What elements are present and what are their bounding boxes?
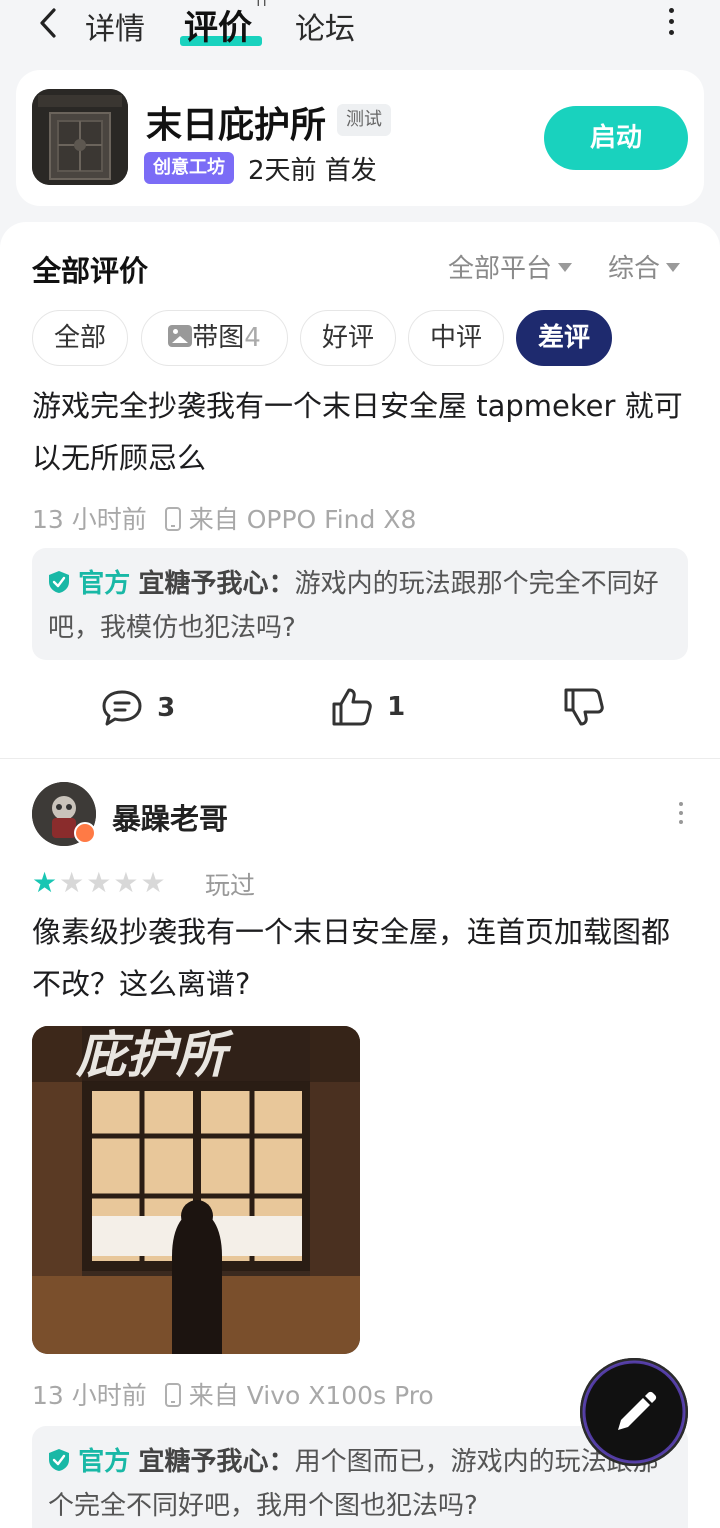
app-name: 末日庇护所: [146, 105, 327, 146]
chip-label: 带图: [192, 323, 245, 353]
played-label: 玩过: [205, 871, 256, 900]
thumbs-up-icon: [332, 688, 372, 726]
filter-chip-mid[interactable]: 中评: [408, 310, 504, 366]
write-review-button[interactable]: [580, 1358, 688, 1466]
star-icon: ★: [32, 866, 58, 899]
review-text[interactable]: 像素级抄袭我有一个末日安全屋，连首页加载图都不改？这么离谱?: [32, 906, 692, 1010]
comment-button[interactable]: 3: [100, 688, 175, 728]
review-time: 13 小时前: [32, 1381, 147, 1410]
review-device: 来自 Vivo X100s Pro: [188, 1381, 434, 1410]
star-rating: ★★★★★: [32, 866, 168, 899]
reply-colon: ：: [268, 1447, 295, 1477]
filter-chip-all[interactable]: 全部: [32, 310, 128, 366]
official-shield-icon: [49, 1449, 69, 1471]
chip-count: 4: [244, 323, 261, 353]
official-label: 官方: [78, 569, 131, 599]
chevron-down-icon: [666, 263, 681, 272]
like-button[interactable]: 1: [330, 686, 405, 728]
pen-icon: [582, 1360, 686, 1464]
chevron-down-icon: [558, 263, 573, 272]
tab-details[interactable]: 详情: [85, 4, 145, 48]
workshop-tag: 创意工坊: [144, 152, 234, 184]
review-meta: 13 小时前 来自 OPPO Find X8: [32, 500, 416, 536]
star-icon: ★: [140, 866, 166, 899]
more-vertical-icon[interactable]: [676, 802, 686, 828]
reviews-panel: 全部评价 全部平台 综合 全部 带图4 好评 中评 差评 游戏完全抄袭我有一个末…: [0, 222, 720, 1528]
review-time: 13 小时前: [32, 505, 147, 534]
filter-chip-good[interactable]: 好评: [300, 310, 396, 366]
reviews-title: 全部评价: [32, 254, 149, 288]
app-card[interactable]: 末日庇护所 测试 创意工坊 2天前 首发 启动: [16, 70, 704, 206]
phone-icon: [164, 507, 181, 531]
star-icon: ★: [113, 866, 139, 899]
reply-username: 宜糖予我心: [138, 569, 269, 599]
comment-icon: [102, 690, 142, 726]
reply-colon: ：: [268, 569, 295, 599]
thumbs-down-icon: [564, 688, 604, 726]
sort-dropdown[interactable]: 综合: [608, 248, 681, 285]
tab-reviews[interactable]: 评价: [184, 0, 252, 49]
divider: [0, 758, 720, 759]
platform-filter-dropdown[interactable]: 全部平台: [448, 248, 573, 285]
image-title-text: 庇护所: [75, 1026, 234, 1084]
release-info: 2天前 首发: [248, 156, 377, 186]
platform-filter-label: 全部平台: [448, 254, 553, 284]
official-label: 官方: [78, 1447, 131, 1477]
test-tag: 测试: [337, 104, 391, 136]
reply-username: 宜糖予我心: [138, 1447, 269, 1477]
review-meta: 13 小时前 来自 Vivo X100s Pro: [32, 1376, 434, 1412]
review-text[interactable]: 游戏完全抄袭我有一个末日安全屋 tapmeker 就可以无所顾忌么: [32, 380, 692, 484]
back-icon[interactable]: [34, 6, 62, 40]
like-count: 1: [387, 692, 406, 722]
tab-superscript: ††: [255, 0, 268, 9]
more-vertical-icon[interactable]: [664, 8, 678, 38]
star-icon: ★: [86, 866, 112, 899]
filter-chip-bad[interactable]: 差评: [516, 310, 612, 366]
launch-button[interactable]: 启动: [544, 106, 688, 170]
dislike-button[interactable]: [562, 686, 606, 728]
official-reply[interactable]: 官方 宜糖予我心：游戏内的玩法跟那个完全不同好吧，我模仿也犯法吗?: [32, 548, 688, 660]
sort-label: 综合: [608, 254, 661, 284]
phone-icon: [164, 1383, 181, 1407]
filter-chip-with-image[interactable]: 带图4: [141, 310, 288, 366]
review-device: 来自 OPPO Find X8: [188, 505, 417, 534]
review-actions: 3 1: [0, 684, 720, 738]
image-icon: [168, 325, 193, 347]
official-shield-icon: [49, 571, 69, 593]
tab-forum[interactable]: 论坛: [295, 4, 355, 48]
comment-count: 3: [157, 693, 176, 723]
user-level-badge: [74, 822, 96, 844]
username[interactable]: 暴躁老哥: [112, 796, 228, 838]
top-navigation: 详情 评价 †† 论坛: [0, 0, 720, 50]
app-icon: [32, 89, 128, 185]
review-image[interactable]: 庇护所: [32, 1026, 360, 1354]
star-icon: ★: [59, 866, 85, 899]
